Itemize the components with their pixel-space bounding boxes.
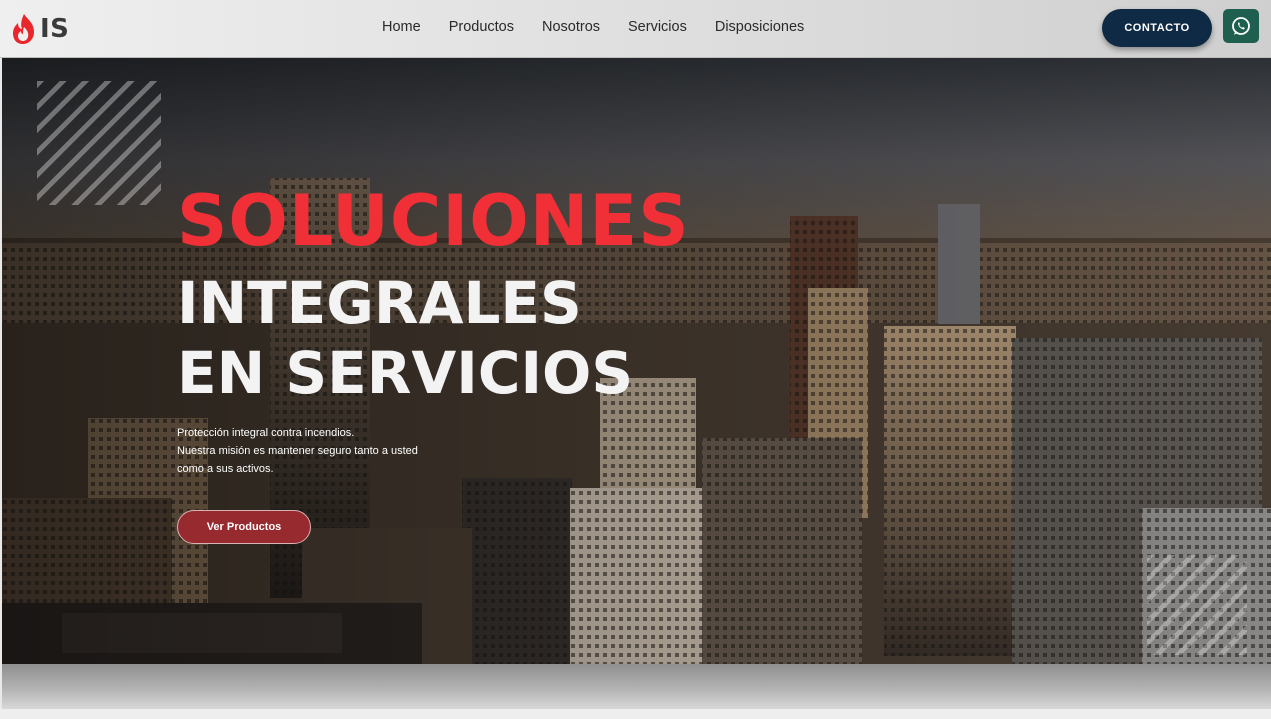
hero-description: Protección integral contra incendios. Nu… (177, 424, 447, 478)
hero-headline-line-2: EN SERVICIOS (177, 339, 634, 407)
hero-headline-line-1: INTEGRALES (177, 269, 582, 337)
hero-description-line: Protección integral contra incendios. (177, 427, 355, 439)
nav-servicios[interactable]: Servicios (628, 19, 687, 35)
nav-productos[interactable]: Productos (449, 19, 514, 35)
nav-disposiciones[interactable]: Disposiciones (715, 19, 804, 35)
contact-button[interactable]: CONTACTO (1102, 9, 1212, 47)
nav-nosotros[interactable]: Nosotros (542, 19, 600, 35)
flame-icon (13, 14, 34, 44)
hero-headline: INTEGRALES EN SERVICIOS (177, 268, 633, 408)
hero-description-line: como a sus activos. (177, 463, 274, 475)
main-nav: Home Productos Nosotros Servicios Dispos… (382, 19, 832, 35)
hero-description-line: Nuestra misión es mantener seguro tanto … (177, 445, 418, 457)
hero-headline-accent: SOLUCIONES (177, 180, 690, 262)
whatsapp-icon (1232, 17, 1250, 35)
site-header: IS Home Productos Nosotros Servicios Dis… (0, 0, 1271, 58)
ver-productos-button[interactable]: Ver Productos (177, 510, 311, 544)
hero-bottom-fade (2, 664, 1271, 709)
logo[interactable]: IS (10, 10, 69, 48)
whatsapp-button[interactable] (1223, 9, 1259, 43)
logo-text: IS (40, 14, 70, 44)
hero-section: SOLUCIONES INTEGRALES EN SERVICIOS Prote… (2, 58, 1271, 664)
stripe-decoration-top (37, 81, 161, 205)
page-bottom-strip (0, 709, 1271, 719)
nav-home[interactable]: Home (382, 19, 421, 35)
stripe-decoration-bottom (1147, 555, 1247, 655)
